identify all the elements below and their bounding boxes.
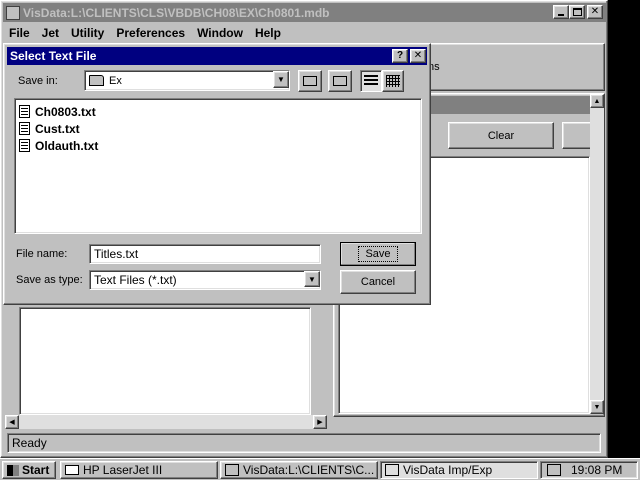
- dialog-titlebar[interactable]: Select Text File: [7, 47, 427, 65]
- save-in-label: Save in:: [18, 75, 58, 87]
- file-name: Cust.txt: [35, 121, 80, 136]
- app-icon: [385, 464, 399, 476]
- task-visdata-main[interactable]: VisData:L:\CLIENTS\C...: [220, 461, 378, 479]
- cancel-button[interactable]: Cancel: [340, 270, 416, 294]
- list-item[interactable]: Cust.txt: [19, 120, 417, 137]
- save-in-dropdown-button[interactable]: ▼: [273, 71, 289, 88]
- status-text: Ready: [12, 436, 47, 450]
- new-folder-icon: [333, 76, 347, 86]
- start-label: Start: [22, 463, 50, 477]
- status-bar: Ready: [7, 433, 601, 453]
- save-as-type-dropdown[interactable]: Text Files (*.txt) ▼: [89, 270, 321, 290]
- menu-utility[interactable]: Utility: [65, 26, 110, 40]
- details-view-icon: [386, 75, 400, 87]
- new-folder-button[interactable]: [328, 70, 352, 92]
- file-name-value: Titles.txt: [94, 247, 139, 261]
- main-window-title: VisData:L:\CLIENTS\CLS\VBDB\CH08\EX\Ch08…: [23, 5, 330, 20]
- minimize-button[interactable]: [553, 5, 569, 19]
- partial-button[interactable]: ns: [421, 43, 605, 91]
- main-titlebar[interactable]: VisData:L:\CLIENTS\CLS\VBDB\CH08\EX\Ch08…: [3, 3, 607, 22]
- details-view-button[interactable]: [382, 70, 404, 92]
- close-icon: ✕: [590, 6, 600, 17]
- list-item[interactable]: Oldauth.txt: [19, 137, 417, 154]
- menu-help[interactable]: Help: [249, 26, 287, 40]
- help-icon: ?: [396, 50, 404, 61]
- minimize-icon: [558, 14, 564, 16]
- clear-button[interactable]: Clear: [448, 122, 554, 149]
- task-label: HP LaserJet III: [83, 463, 163, 477]
- save-button-label: Save: [358, 246, 398, 262]
- scroll-down-button[interactable]: ▼: [590, 400, 604, 414]
- help-button[interactable]: ?: [392, 49, 408, 63]
- main-menubar: File Jet Utility Preferences Window Help: [3, 23, 607, 43]
- arrow-up-icon: ▲: [593, 97, 601, 105]
- left-data-area[interactable]: [19, 307, 311, 415]
- arrow-right-icon: ▶: [317, 419, 323, 426]
- file-name: Oldauth.txt: [35, 138, 99, 153]
- scroll-right-button[interactable]: ▶: [313, 415, 327, 429]
- save-as-type-label: Save as type:: [16, 274, 83, 286]
- save-as-type-value: Text Files (*.txt): [94, 273, 177, 287]
- up-folder-icon: [303, 76, 317, 86]
- close-button[interactable]: ✕: [587, 5, 603, 19]
- app-icon: [225, 464, 239, 476]
- scroll-up-button[interactable]: ▲: [590, 94, 604, 108]
- cancel-button-label: Cancel: [360, 276, 396, 288]
- task-hp-laserjet[interactable]: HP LaserJet III: [60, 461, 218, 479]
- maximize-icon: [572, 8, 582, 16]
- task-label: VisData:L:\CLIENTS\C...: [243, 463, 375, 477]
- taskbar: Start HP LaserJet III VisData:L:\CLIENTS…: [0, 458, 640, 480]
- up-one-level-button[interactable]: [298, 70, 322, 92]
- list-view-button[interactable]: [360, 70, 382, 92]
- list-view-icon: [364, 75, 378, 87]
- file-name-input[interactable]: Titles.txt: [89, 244, 321, 264]
- file-list[interactable]: Ch0803.txt Cust.txt Oldauth.txt: [14, 98, 422, 234]
- maximize-button[interactable]: [569, 5, 585, 19]
- child-vertical-scrollbar[interactable]: ▲ ▼: [590, 94, 604, 414]
- text-file-icon: [19, 105, 30, 118]
- system-tray: 19:08 PM: [540, 461, 638, 479]
- close-icon: ✕: [413, 50, 423, 61]
- arrow-down-icon: ▼: [593, 403, 601, 411]
- save-in-value: Ex: [109, 74, 122, 87]
- arrow-left-icon: ◀: [9, 419, 15, 426]
- dialog-close-button[interactable]: ✕: [410, 49, 426, 63]
- app-icon: [6, 5, 20, 20]
- list-item[interactable]: Ch0803.txt: [19, 103, 417, 120]
- chevron-down-icon: ▼: [308, 274, 316, 284]
- text-file-icon: [19, 139, 30, 152]
- save-as-type-dropdown-button[interactable]: ▼: [304, 271, 320, 287]
- save-button[interactable]: Save: [340, 242, 416, 266]
- windows-logo-icon: [7, 464, 19, 476]
- start-button[interactable]: Start: [2, 461, 56, 479]
- horizontal-scrollbar[interactable]: ◀ ▶: [5, 415, 327, 429]
- menu-preferences[interactable]: Preferences: [110, 26, 191, 40]
- dialog-title: Select Text File: [10, 49, 97, 63]
- task-label: VisData Imp/Exp: [403, 463, 493, 477]
- scroll-left-button[interactable]: ◀: [5, 415, 19, 429]
- clear-button-label: Clear: [487, 129, 515, 142]
- menu-jet[interactable]: Jet: [36, 26, 65, 40]
- select-text-file-dialog: Select Text File ? ✕ Save in: Ex ▼ Ch080…: [3, 43, 431, 305]
- menu-file[interactable]: File: [3, 26, 36, 40]
- chevron-down-icon: ▼: [277, 75, 285, 84]
- file-name: Ch0803.txt: [35, 104, 96, 119]
- task-visdata-impexp[interactable]: VisData Imp/Exp: [380, 461, 538, 479]
- clock: 19:08 PM: [571, 463, 623, 477]
- folder-icon: [89, 75, 104, 86]
- file-name-label: File name:: [16, 248, 68, 260]
- text-file-icon: [19, 122, 30, 135]
- save-in-dropdown[interactable]: Ex ▼: [84, 70, 290, 91]
- printer-icon: [65, 465, 79, 475]
- tray-app-icon[interactable]: [547, 464, 561, 476]
- menu-window[interactable]: Window: [191, 26, 249, 40]
- left-pane: ◀ ▶: [5, 301, 327, 429]
